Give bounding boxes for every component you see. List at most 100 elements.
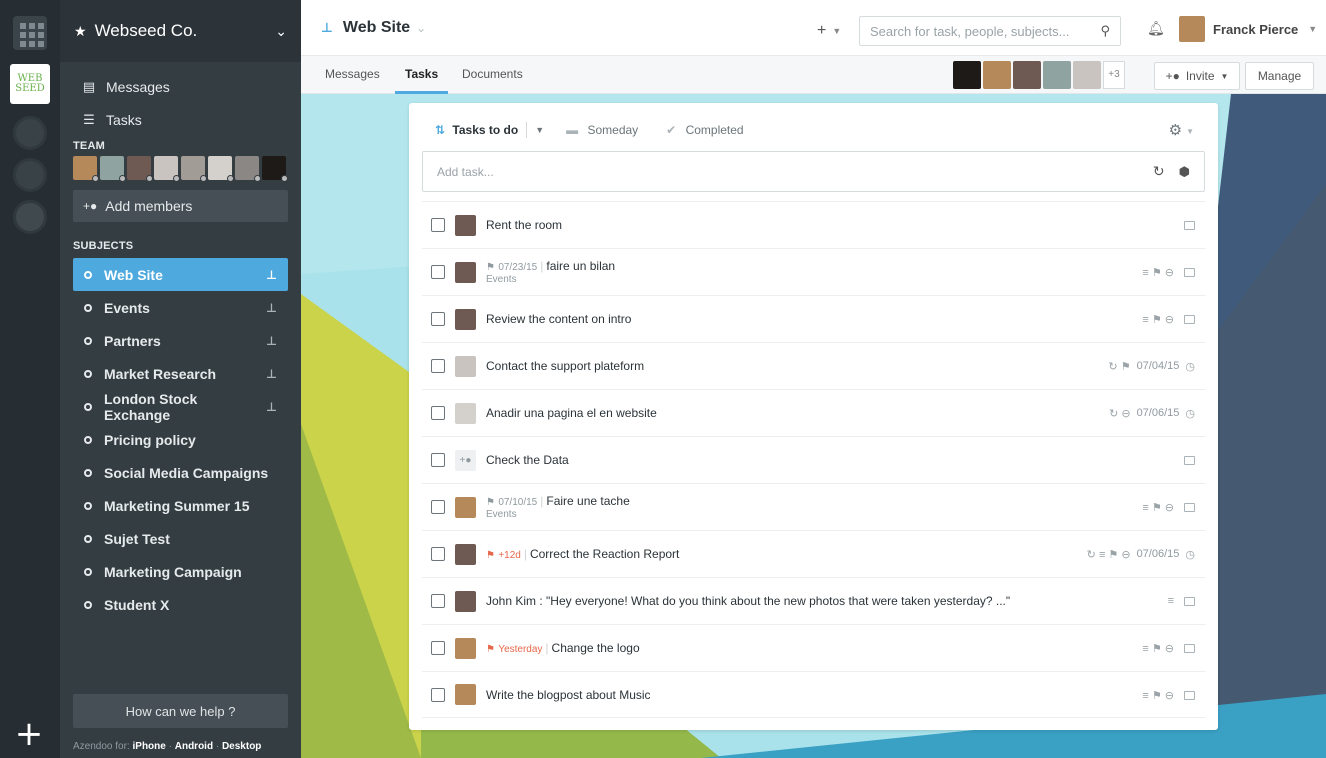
avatar[interactable] <box>208 156 234 182</box>
task-checkbox[interactable] <box>431 547 445 561</box>
avatar[interactable] <box>1013 61 1041 89</box>
sidebar-item-messages[interactable]: ▤ Messages <box>60 70 301 103</box>
task-checkbox[interactable] <box>431 359 445 373</box>
avatar[interactable] <box>100 156 126 182</box>
org-switcher[interactable]: ★ Webseed Co. ⌄ <box>60 0 301 62</box>
task-row[interactable]: John Kim : "Hey everyone! What do you th… <box>422 577 1205 624</box>
avatar[interactable] <box>154 156 180 182</box>
subject-pricing-policy[interactable]: Pricing policy <box>73 423 288 456</box>
comment-icon[interactable] <box>1184 267 1195 277</box>
task-row[interactable]: Contact the support plateform ↻ ⚑ 07/04/1… <box>422 342 1205 389</box>
add-workspace-icon[interactable]: + <box>14 717 44 751</box>
pin-icon[interactable]: ⊥ <box>266 334 277 348</box>
tab-messages[interactable]: Messages <box>325 56 380 94</box>
task-title: Check the Data <box>486 453 569 467</box>
filter-someday[interactable]: ▬ Someday <box>566 123 638 137</box>
subject-sujet-test[interactable]: Sujet Test <box>73 522 288 555</box>
avatar[interactable] <box>1073 61 1101 89</box>
avatar[interactable] <box>127 156 153 182</box>
task-row[interactable]: ⚑ 07/23/15 | faire un bilan Events ≡ ⚑ ⊖ <box>422 248 1205 295</box>
settings-gear-icon[interactable]: ⚙ ▼ <box>1169 121 1194 139</box>
invite-button[interactable]: +● Invite ▼ <box>1154 62 1240 90</box>
task-checkbox[interactable] <box>431 453 445 467</box>
task-checkbox[interactable] <box>431 641 445 655</box>
comment-icon[interactable] <box>1184 643 1195 653</box>
workspace-logo[interactable]: WEB SEED <box>10 64 50 104</box>
comment-icon[interactable] <box>1184 690 1195 700</box>
subject-web-site[interactable]: Web Site ⊥ <box>73 258 288 291</box>
subject-social-media-campaigns[interactable]: Social Media Campaigns <box>73 456 288 489</box>
filter-completed[interactable]: ✔ Completed <box>666 123 743 137</box>
sidebar-item-tasks[interactable]: ☰ Tasks <box>60 103 301 136</box>
tab-documents[interactable]: Documents <box>462 56 523 94</box>
refresh-icon[interactable]: ↻ <box>1153 163 1165 180</box>
app-link-iphone[interactable]: iPhone <box>133 741 166 752</box>
pin-icon[interactable]: ⊥ <box>266 367 277 381</box>
filter-tasks-to-do[interactable]: ⇅ Tasks to do <box>435 123 518 137</box>
avatar[interactable] <box>953 61 981 89</box>
avatar[interactable] <box>1043 61 1071 89</box>
task-row[interactable]: Write the blogpost about Music ≡ ⚑ ⊖ <box>422 671 1205 718</box>
task-row[interactable]: ⚑ 07/10/15 | Faire une tache Events ≡ ⚑ ⊖ <box>422 483 1205 530</box>
apps-grid-icon[interactable] <box>13 16 47 50</box>
task-checkbox[interactable] <box>431 218 445 232</box>
tab-tasks[interactable]: Tasks <box>395 56 449 94</box>
task-checkbox[interactable] <box>431 500 445 514</box>
search-input[interactable]: Search for task, people, subjects... ⚲ <box>859 16 1121 46</box>
task-row[interactable]: ⚑ +12d | Correct the Reaction Report ↻ ≡ ⚑… <box>422 530 1205 577</box>
comment-icon[interactable] <box>1184 314 1195 324</box>
avatar[interactable] <box>235 156 261 182</box>
workspace-title[interactable]: ⊥ Web Site ⌄ <box>301 19 426 37</box>
notifications-bell-icon[interactable]: 🔔︎ <box>1147 20 1165 37</box>
task-checkbox[interactable] <box>431 312 445 326</box>
add-task-input[interactable]: Add task... ↻ ⬢ <box>422 151 1205 192</box>
add-members-button[interactable]: +● Add members <box>73 190 288 222</box>
task-meta: ≡ ⚑ ⊖ <box>1142 672 1195 718</box>
task-checkbox[interactable] <box>431 594 445 608</box>
subject-events[interactable]: Events ⊥ <box>73 291 288 324</box>
task-checkbox[interactable] <box>431 406 445 420</box>
user-menu[interactable]: Franck Pierce ▼ <box>1179 16 1317 42</box>
subject-marketing-summer-15[interactable]: Marketing Summer 15 <box>73 489 288 522</box>
filter-label: Completed <box>685 123 744 137</box>
task-checkbox[interactable] <box>431 687 445 702</box>
caret-down-icon[interactable]: ▼ <box>535 125 544 135</box>
subject-market-research[interactable]: Market Research ⊥ <box>73 357 288 390</box>
comment-icon[interactable] <box>1184 502 1195 512</box>
subject-marketing-campaign[interactable]: Marketing Campaign <box>73 555 288 588</box>
comment-icon[interactable] <box>1184 455 1195 465</box>
avatar[interactable] <box>181 156 207 182</box>
extra-members-count[interactable]: +3 <box>1103 61 1125 89</box>
subject-london-stock-exchange[interactable]: London Stock Exchange ⊥ <box>73 390 288 423</box>
task-row[interactable]: Rent the room <box>422 201 1205 248</box>
comment-icon[interactable] <box>1184 596 1195 606</box>
avatar[interactable] <box>73 156 99 182</box>
app-link-android[interactable]: Android <box>175 741 213 752</box>
pin-icon[interactable]: ⊥ <box>266 268 277 282</box>
sidebar: ★ Webseed Co. ⌄ ▤ Messages ☰ Tasks TEAM … <box>60 0 301 758</box>
evernote-icon[interactable]: ⬢ <box>1179 164 1190 180</box>
workspace-switch-icon[interactable] <box>13 116 47 150</box>
help-button[interactable]: How can we help ? <box>73 694 288 728</box>
manage-button[interactable]: Manage <box>1245 62 1314 90</box>
unassigned-user-icon[interactable]: +● <box>455 449 476 471</box>
task-row[interactable]: Anadir una pagina el en website ↻ ⊖ 07/06… <box>422 389 1205 436</box>
workspace-switch-icon[interactable] <box>13 200 47 234</box>
subject-student-x[interactable]: Student X <box>73 588 288 621</box>
search-icon[interactable]: ⚲ <box>1100 23 1110 39</box>
task-list: Rent the room ⚑ 07/23/15 | faire un bilan … <box>422 201 1205 718</box>
comment-icon[interactable] <box>1184 220 1195 230</box>
subject-ring-icon <box>84 534 92 543</box>
task-row[interactable]: +● Check the Data <box>422 436 1205 483</box>
create-menu-button[interactable]: + ▼ <box>817 22 841 40</box>
avatar[interactable] <box>983 61 1011 89</box>
task-row[interactable]: ⚑ Yesterday | Change the logo ≡ ⚑ ⊖ <box>422 624 1205 671</box>
task-checkbox[interactable] <box>431 265 445 279</box>
pin-icon[interactable]: ⊥ <box>266 301 277 315</box>
avatar[interactable] <box>262 156 288 182</box>
subject-partners[interactable]: Partners ⊥ <box>73 324 288 357</box>
workspace-switch-icon[interactable] <box>13 158 47 192</box>
pin-icon[interactable]: ⊥ <box>266 400 277 414</box>
task-row[interactable]: Review the content on intro ≡ ⚑ ⊖ <box>422 295 1205 342</box>
app-link-desktop[interactable]: Desktop <box>222 741 261 752</box>
